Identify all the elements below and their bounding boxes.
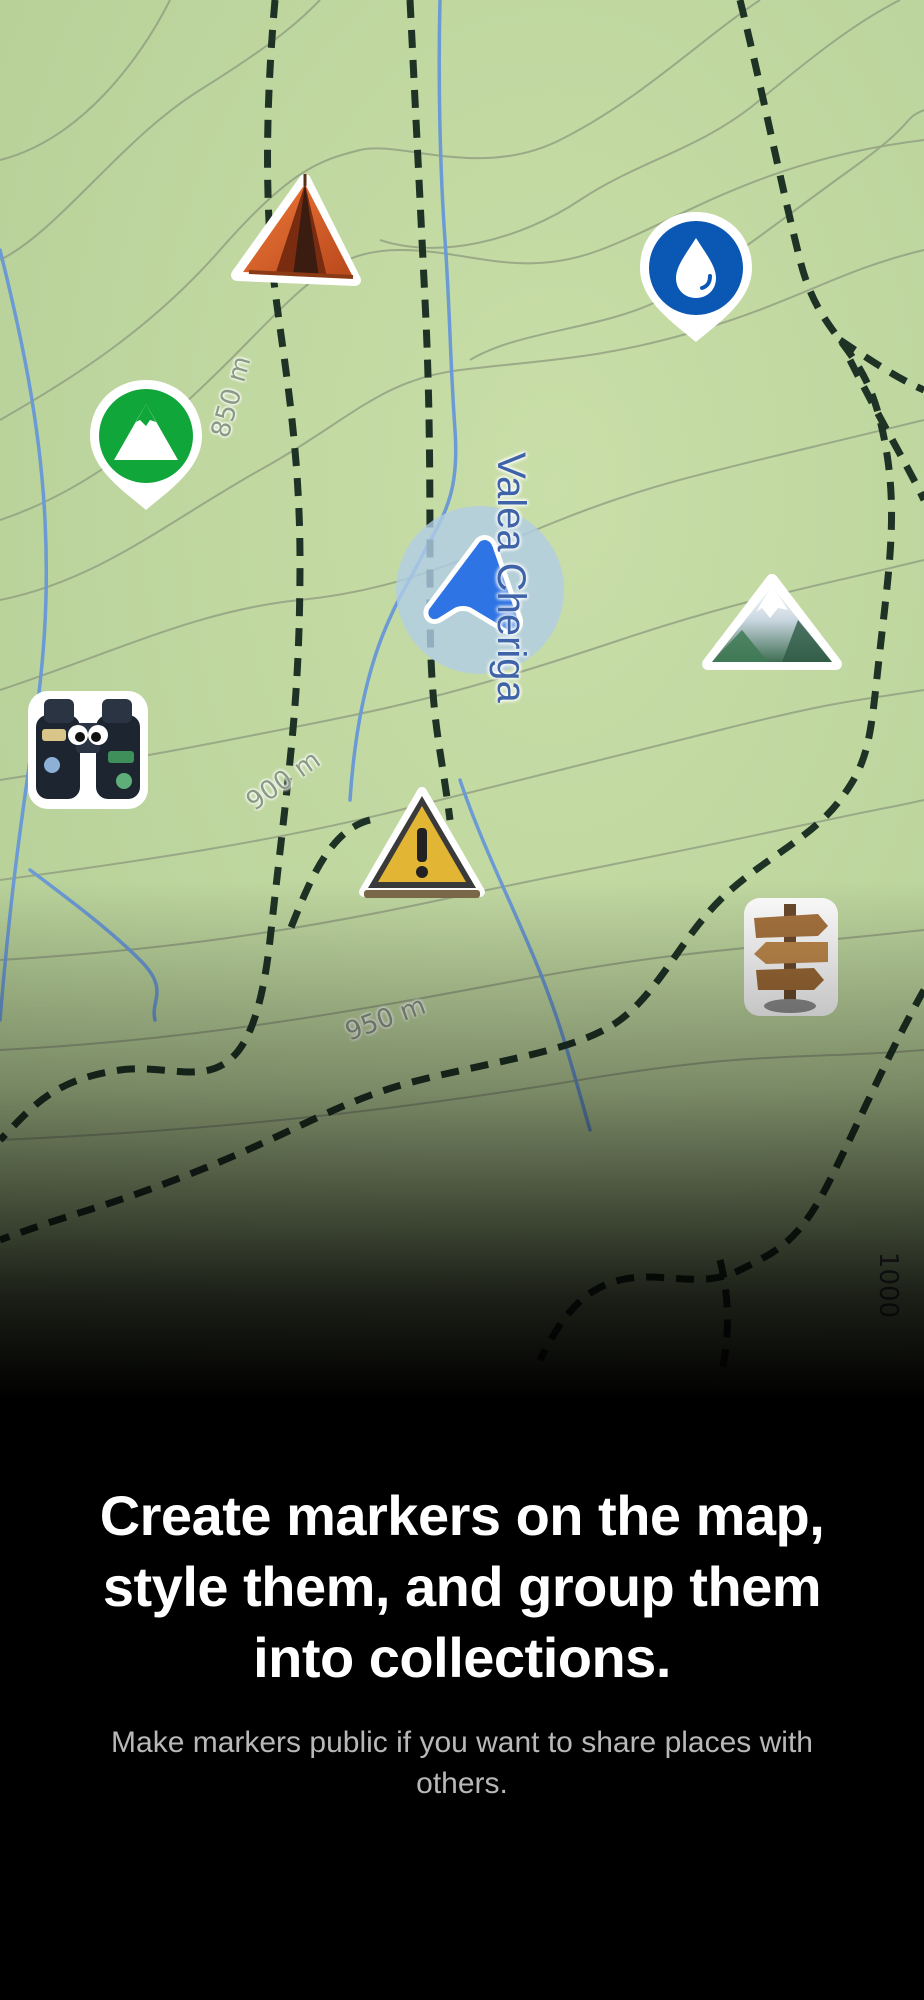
current-location-marker[interactable] <box>396 506 564 674</box>
signpost-icon <box>744 898 838 1016</box>
onboarding-subtitle: Make markers public if you want to share… <box>111 1726 813 1800</box>
onboarding-title: Create markers on the map, style them, a… <box>99 1484 825 1689</box>
binoculars-icon <box>28 691 148 809</box>
road-label: Valea Cheriga <box>488 452 533 703</box>
binoculars-marker[interactable] <box>28 691 148 809</box>
map-canvas[interactable] <box>0 0 924 1400</box>
signpost-marker[interactable] <box>744 898 838 1016</box>
onboarding-panel: Create markers on the map, style them, a… <box>0 1400 924 2000</box>
contour-label-1000: 1000 <box>873 1251 904 1319</box>
